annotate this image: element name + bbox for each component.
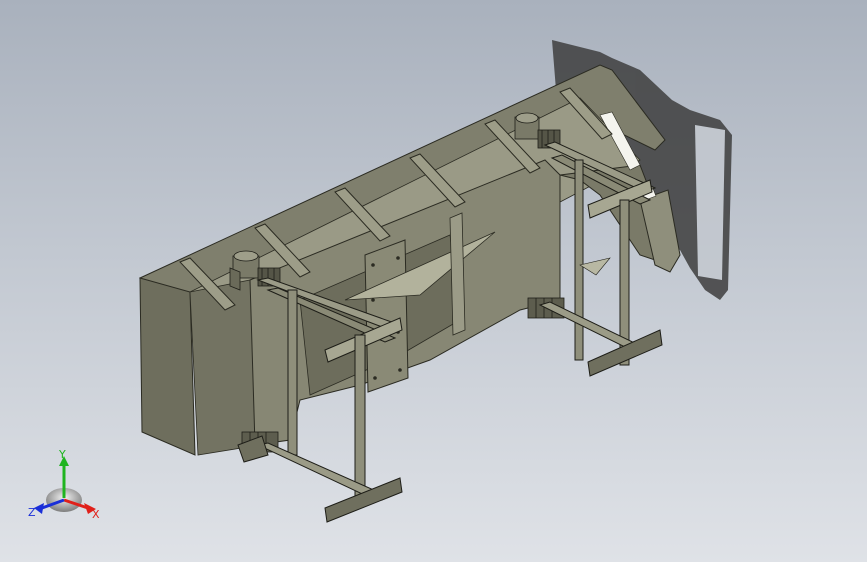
axis-triad[interactable]: Y X Z bbox=[24, 448, 104, 522]
z-axis-label: Z bbox=[28, 506, 36, 519]
graphics-viewport[interactable]: Y X Z bbox=[0, 0, 867, 562]
trough-body[interactable] bbox=[138, 64, 681, 456]
side-stiffener bbox=[449, 212, 466, 336]
rear-gusset bbox=[579, 257, 611, 276]
y-axis-label: Y bbox=[58, 448, 66, 461]
trough-left-end-face bbox=[139, 277, 196, 456]
cad-model-view[interactable] bbox=[0, 0, 867, 562]
x-axis-label: X bbox=[92, 508, 100, 521]
